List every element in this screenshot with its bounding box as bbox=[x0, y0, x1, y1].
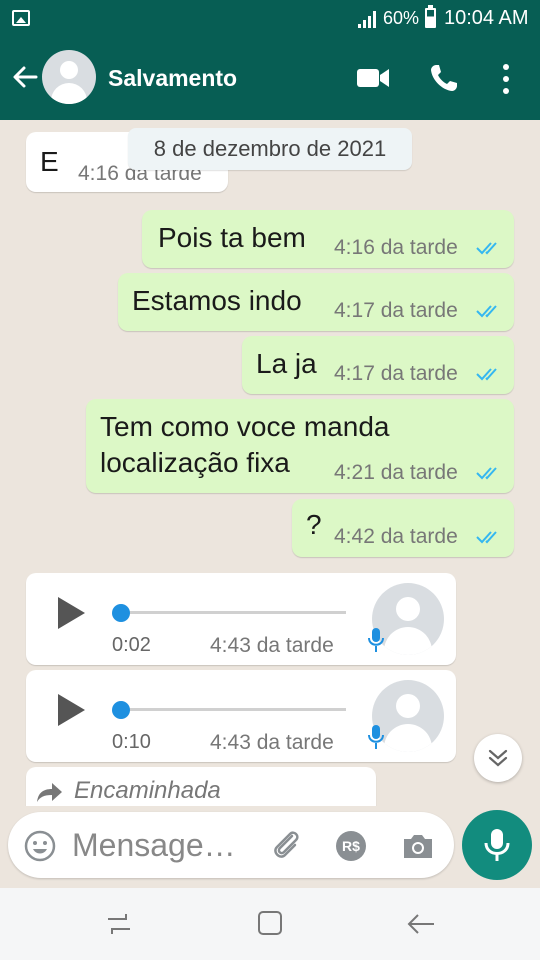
message-text-line1: Tem como voce manda bbox=[100, 411, 390, 442]
forwarded-message[interactable]: Encaminhada bbox=[26, 767, 376, 806]
system-nav-bar bbox=[0, 888, 540, 960]
message-outgoing[interactable]: La ja 4:17 da tarde bbox=[242, 336, 514, 394]
recents-icon[interactable] bbox=[104, 911, 134, 937]
message-input[interactable]: Mensage… bbox=[72, 827, 236, 864]
contact-avatar[interactable] bbox=[42, 50, 96, 104]
message-outgoing[interactable]: Pois ta bem 4:16 da tarde bbox=[142, 210, 514, 268]
message-time: 4:42 da tarde bbox=[334, 525, 458, 548]
avatar-body-shape bbox=[384, 627, 432, 655]
avatar-head-shape bbox=[396, 694, 420, 718]
avatar-body-shape bbox=[384, 724, 432, 752]
mic-icon bbox=[484, 829, 510, 861]
back-nav-icon[interactable] bbox=[406, 910, 436, 938]
message-text-line2: localização fixa bbox=[100, 447, 290, 478]
audio-progress-track[interactable] bbox=[120, 708, 346, 711]
audio-seek-handle[interactable] bbox=[112, 604, 130, 622]
message-outgoing[interactable]: Estamos indo 4:17 da tarde bbox=[118, 273, 514, 331]
forwarded-label: Encaminhada bbox=[74, 777, 221, 804]
play-icon[interactable] bbox=[56, 693, 86, 727]
play-icon[interactable] bbox=[56, 596, 86, 630]
scroll-to-bottom-button[interactable] bbox=[474, 734, 522, 782]
payment-icon[interactable]: R$ bbox=[336, 831, 366, 861]
message-text: Pois ta bem bbox=[158, 222, 306, 253]
audio-message[interactable]: 0:10 4:43 da tarde bbox=[26, 670, 456, 762]
message-text: Estamos indo bbox=[132, 285, 302, 316]
mic-icon bbox=[368, 725, 384, 749]
chat-area[interactable]: E 4:16 da tarde Pois ta bem 4:16 da tard… bbox=[0, 120, 540, 806]
double-chevron-down-icon bbox=[488, 749, 508, 767]
contact-name[interactable]: Salvamento bbox=[108, 65, 237, 92]
attach-icon[interactable] bbox=[270, 828, 304, 862]
avatar-head-shape bbox=[60, 61, 78, 79]
read-ticks-icon bbox=[476, 531, 497, 544]
message-time: 4:17 da tarde bbox=[334, 362, 458, 385]
emoji-icon[interactable] bbox=[24, 830, 56, 862]
audio-duration: 0:02 bbox=[112, 634, 151, 656]
message-time: 4:16 da tarde bbox=[334, 236, 458, 259]
clock: 10:04 AM bbox=[444, 7, 529, 29]
avatar-head-shape bbox=[396, 597, 420, 621]
message-text: E bbox=[40, 146, 59, 177]
read-ticks-icon bbox=[476, 305, 497, 318]
audio-duration: 0:10 bbox=[112, 731, 151, 753]
status-bar: 60% 10:04 AM bbox=[0, 0, 540, 38]
avatar-body-shape bbox=[51, 83, 87, 104]
message-text: La ja bbox=[256, 348, 317, 379]
audio-seek-handle[interactable] bbox=[112, 701, 130, 719]
date-chip: 8 de dezembro de 2021 bbox=[128, 128, 412, 170]
read-ticks-icon bbox=[476, 368, 497, 381]
more-vert-icon[interactable] bbox=[500, 64, 512, 94]
phone-icon[interactable] bbox=[428, 62, 460, 94]
audio-message[interactable]: 0:02 4:43 da tarde bbox=[26, 573, 456, 665]
message-outgoing[interactable]: Tem como voce manda localização fixa 4:2… bbox=[86, 399, 514, 493]
chat-header: Salvamento bbox=[0, 38, 540, 120]
camera-icon[interactable] bbox=[401, 832, 435, 860]
voice-record-button[interactable] bbox=[462, 810, 532, 880]
audio-progress-track[interactable] bbox=[120, 611, 346, 614]
message-time: 4:43 da tarde bbox=[210, 731, 334, 754]
message-outgoing[interactable]: ? 4:42 da tarde bbox=[292, 499, 514, 557]
message-composer[interactable]: Mensage… R$ bbox=[8, 812, 454, 878]
signal-icon bbox=[358, 10, 378, 28]
home-icon[interactable] bbox=[257, 910, 283, 936]
video-call-icon[interactable] bbox=[356, 66, 390, 90]
message-time: 4:17 da tarde bbox=[334, 299, 458, 322]
image-notification-icon bbox=[12, 10, 30, 26]
battery-icon bbox=[425, 5, 436, 28]
read-ticks-icon bbox=[476, 467, 497, 480]
message-time: 4:21 da tarde bbox=[334, 461, 458, 484]
message-text: ? bbox=[306, 509, 322, 540]
battery-percent: 60% bbox=[383, 8, 420, 28]
read-ticks-icon bbox=[476, 242, 497, 255]
forward-arrow-icon bbox=[37, 783, 62, 802]
message-time: 4:43 da tarde bbox=[210, 634, 334, 657]
back-arrow-icon[interactable] bbox=[10, 62, 40, 92]
mic-icon bbox=[368, 628, 384, 652]
